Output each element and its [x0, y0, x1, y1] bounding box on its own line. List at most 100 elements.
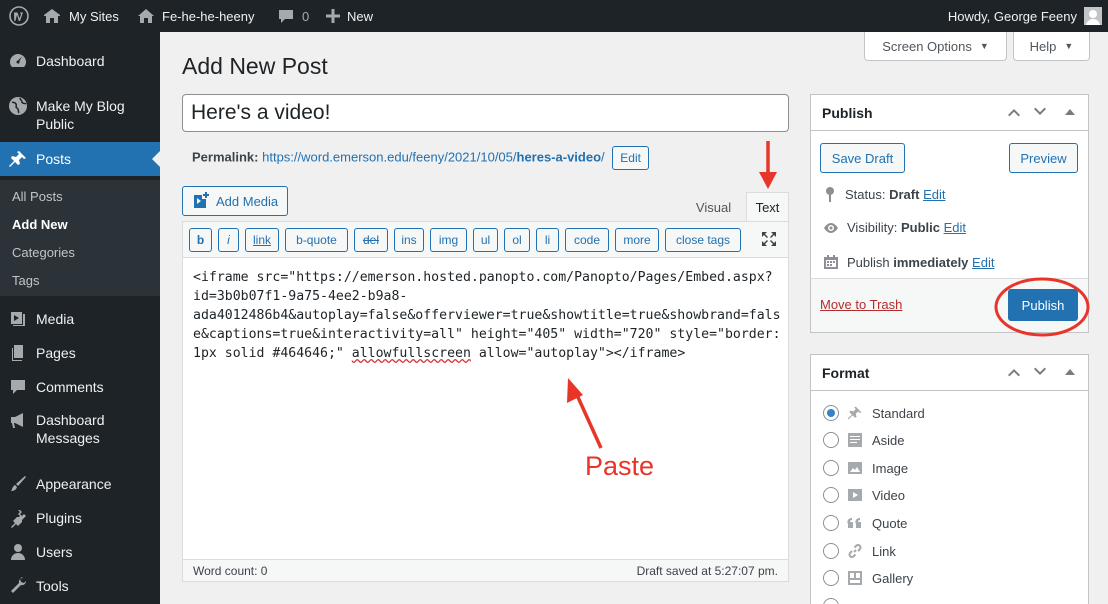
radio-button[interactable]: [823, 487, 839, 503]
qt-bquote-button[interactable]: b-quote: [285, 228, 348, 252]
format-option-image[interactable]: Image: [823, 460, 908, 476]
screen-options-button[interactable]: Screen Options ▼: [864, 32, 1007, 61]
preview-button[interactable]: Preview: [1009, 143, 1078, 173]
sidebar-item-label: Make My Blog Public: [36, 98, 125, 132]
radio-button[interactable]: [823, 570, 839, 586]
sidebar-item-comments[interactable]: Comments: [0, 372, 160, 402]
help-label: Help: [1029, 38, 1057, 54]
format-option-video[interactable]: Video: [823, 487, 905, 503]
edit-permalink-button[interactable]: Edit: [612, 146, 649, 170]
radio-button[interactable]: [823, 543, 839, 559]
format-option-label: Gallery: [872, 570, 914, 586]
publish-box-title: Publish: [822, 104, 873, 121]
tab-visual[interactable]: Visual: [687, 192, 740, 221]
my-sites-menu[interactable]: My Sites: [42, 0, 119, 32]
qt-link-button[interactable]: link: [245, 228, 279, 252]
admin-bar: My Sites Fe-he-he-heeny 0 New Howdy, Geo…: [0, 0, 1108, 32]
pin-icon: [826, 187, 834, 202]
aside-icon: [848, 433, 862, 447]
format-option-label: Video: [872, 487, 906, 503]
qt-img-button[interactable]: img: [430, 228, 467, 252]
permalink-trail: /: [601, 149, 605, 165]
format-option-aside[interactable]: Aside: [823, 432, 905, 448]
sidebar-item-make-blog-public[interactable]: Make My Blog Public: [0, 96, 160, 134]
qt-more-button[interactable]: more: [615, 228, 659, 252]
chevron-down-icon[interactable]: [1033, 365, 1047, 379]
sidebar-item-posts[interactable]: Posts: [0, 142, 160, 176]
qt-ul-button[interactable]: ul: [473, 228, 498, 252]
format-option-quote[interactable]: Quote: [823, 515, 907, 531]
permalink-link[interactable]: https://word.emerson.edu/feeny/2021/10/0…: [262, 149, 605, 164]
qt-del-button[interactable]: del: [354, 228, 388, 252]
radio-button[interactable]: [823, 598, 839, 604]
qt-li-button[interactable]: li: [536, 228, 559, 252]
submenu-add-new[interactable]: Add New: [12, 217, 68, 232]
chevron-up-icon[interactable]: [1007, 105, 1021, 119]
pages-icon: [8, 343, 28, 363]
submenu-tags[interactable]: Tags: [12, 273, 39, 288]
format-option-partial[interactable]: [823, 598, 847, 604]
post-content-textarea[interactable]: <iframe src="https://emerson.hosted.pano…: [193, 268, 781, 363]
help-button[interactable]: Help ▼: [1013, 32, 1090, 61]
qt-code-button[interactable]: code: [565, 228, 609, 252]
format-option-label: Quote: [872, 515, 908, 531]
format-option-standard[interactable]: Standard: [823, 405, 925, 421]
format-option-label: Standard: [872, 405, 925, 421]
post-title-input[interactable]: [182, 94, 789, 132]
format-option-label: Image: [872, 460, 909, 476]
format-option-link[interactable]: Link: [823, 543, 896, 559]
sidebar-item-dashboard-messages[interactable]: Dashboard Messages: [0, 408, 160, 450]
sidebar-item-label: Plugins: [36, 510, 82, 526]
sidebar-item-plugins[interactable]: Plugins: [0, 503, 160, 533]
collapse-toggle-icon[interactable]: [1065, 368, 1075, 376]
qt-ins-button[interactable]: ins: [394, 228, 424, 252]
format-box-title: Format: [822, 364, 870, 381]
radio-button[interactable]: [823, 515, 839, 531]
wordpress-logo-button[interactable]: [9, 0, 29, 32]
qt-bold-button[interactable]: b: [189, 228, 212, 252]
text-editor: b i link b-quote del ins img ul ol li co…: [182, 221, 789, 582]
add-media-icon: [194, 192, 209, 208]
collapse-toggle-icon[interactable]: [1065, 108, 1075, 116]
move-to-trash-link[interactable]: Move to Trash: [820, 297, 902, 312]
word-count: Word count: 0: [193, 564, 268, 578]
qt-italic-button[interactable]: i: [218, 228, 239, 252]
radio-button[interactable]: [823, 432, 839, 448]
sidebar-item-users[interactable]: Users: [0, 537, 160, 567]
format-option-gallery[interactable]: Gallery: [823, 570, 913, 586]
permalink-base: https://word.emerson.edu/feeny/2021/10/0…: [262, 149, 517, 165]
pushpin-icon: [8, 149, 28, 169]
radio-button[interactable]: [823, 405, 839, 421]
sidebar-item-appearance[interactable]: Appearance: [0, 469, 160, 499]
caret-down-icon: ▼: [979, 41, 989, 51]
status-label: Status:: [845, 186, 886, 202]
quote-icon: [847, 517, 861, 528]
save-draft-button[interactable]: Save Draft: [820, 143, 905, 173]
schedule-edit-link[interactable]: Edit: [972, 255, 994, 270]
visibility-edit-link[interactable]: Edit: [944, 220, 966, 235]
qt-ol-button[interactable]: ol: [504, 228, 530, 252]
sidebar-item-pages[interactable]: Pages: [0, 338, 160, 368]
chevron-down-icon[interactable]: [1033, 105, 1047, 119]
account-menu[interactable]: Howdy, George Feeny: [948, 0, 1108, 32]
publish-button[interactable]: Publish: [1008, 289, 1078, 321]
status-value: Draft: [889, 186, 920, 202]
sidebar-item-dashboard[interactable]: Dashboard: [0, 46, 160, 76]
qt-close-tags-button[interactable]: close tags: [665, 228, 741, 252]
howdy-label: Howdy, George Feeny: [947, 8, 1077, 24]
sidebar-item-tools[interactable]: Tools: [0, 571, 160, 601]
sidebar-item-label: Media: [36, 311, 75, 327]
add-media-button[interactable]: Add Media: [182, 186, 288, 216]
radio-button[interactable]: [823, 460, 839, 476]
site-name-menu[interactable]: Fe-he-he-heeny: [137, 0, 255, 32]
chevron-up-icon[interactable]: [1007, 365, 1021, 379]
submenu-all-posts[interactable]: All Posts: [12, 189, 63, 204]
status-edit-link[interactable]: Edit: [923, 187, 945, 202]
fullscreen-icon[interactable]: [761, 231, 777, 250]
quicktags-toolbar: b i link b-quote del ins img ul ol li co…: [183, 222, 788, 258]
submenu-categories[interactable]: Categories: [12, 245, 75, 260]
comments-menu[interactable]: 0: [277, 0, 309, 32]
tab-text[interactable]: Text: [746, 192, 789, 221]
new-content-menu[interactable]: New: [326, 0, 373, 32]
sidebar-item-media[interactable]: Media: [0, 304, 160, 334]
